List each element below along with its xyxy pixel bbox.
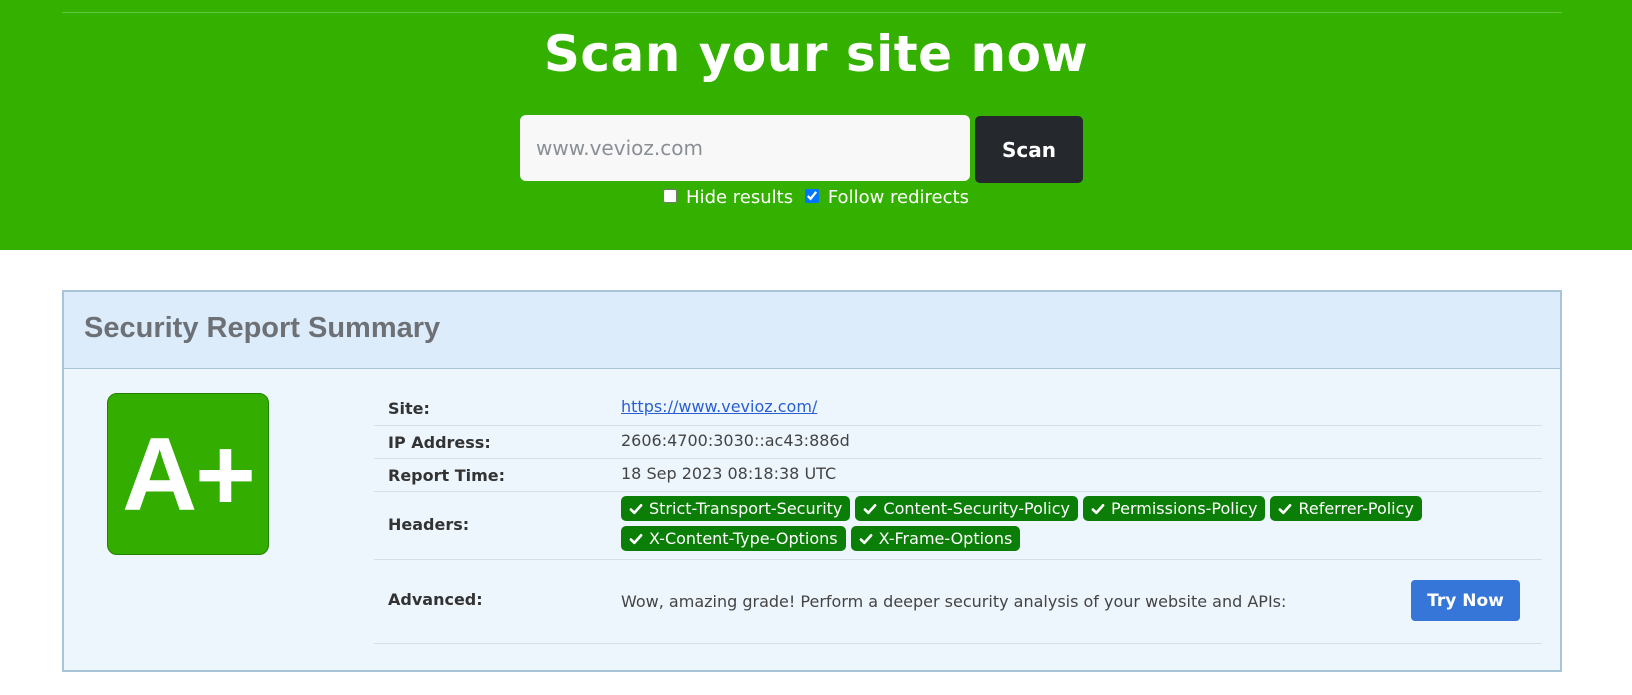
try-now-button[interactable]: Try Now (1411, 580, 1520, 621)
site-url-input[interactable] (520, 115, 970, 181)
ip-row: IP Address: 2606:4700:3030::ac43:886d (374, 425, 1542, 459)
report-header: Security Report Summary (64, 292, 1560, 369)
hide-results-label: Hide results (686, 187, 794, 208)
site-link[interactable]: https://www.vevioz.com/ (621, 397, 817, 416)
hide-results-option[interactable]: Hide results (663, 186, 793, 210)
header-badge: Permissions-Policy (1083, 496, 1266, 521)
report-title: Security Report Summary (84, 312, 441, 344)
header-badge-label: X-Frame-Options (878, 529, 1013, 548)
report-time-row: Report Time: 18 Sep 2023 08:18:38 UTC (374, 458, 1542, 492)
headers-row: Headers: Strict-Transport-Security Conte… (374, 491, 1542, 560)
follow-redirects-option[interactable]: Follow redirects (804, 186, 969, 210)
header-badge-label: Strict-Transport-Security (649, 499, 843, 518)
page-title: Scan your site now (543, 25, 1089, 83)
check-icon (629, 533, 643, 544)
scan-button[interactable]: Scan (975, 116, 1083, 183)
follow-redirects-checkbox[interactable] (804, 189, 819, 203)
report-time-label: Report Time: (388, 466, 506, 485)
scan-options: Hide results Follow redirects (0, 186, 1632, 210)
report-time-value: 18 Sep 2023 08:18:38 UTC (621, 464, 837, 483)
site-value: https://www.vevioz.com/ (621, 397, 817, 416)
scan-hero: Scan your site now Scan Hide results Fol… (0, 0, 1632, 250)
header-badge-label: Permissions-Policy (1111, 499, 1258, 518)
header-badge: Content-Security-Policy (855, 496, 1079, 521)
header-badge-label: Referrer-Policy (1298, 499, 1414, 518)
header-badge-label: X-Content-Type-Options (649, 529, 838, 548)
security-report-card: Security Report Summary A+ Site: https:/… (62, 290, 1562, 672)
follow-redirects-label: Follow redirects (827, 187, 969, 208)
advanced-row: Advanced: Wow, amazing grade! Perform a … (374, 559, 1542, 644)
header-badge-label: Content-Security-Policy (883, 499, 1071, 518)
check-icon (629, 503, 643, 514)
advanced-text: Wow, amazing grade! Perform a deeper sec… (621, 592, 1287, 611)
site-label: Site: (388, 399, 430, 418)
ip-value: 2606:4700:3030::ac43:886d (621, 431, 850, 450)
hero-divider (62, 12, 1562, 13)
grade-badge: A+ (107, 393, 269, 555)
check-icon (859, 533, 872, 544)
ip-label: IP Address: (388, 433, 491, 452)
headers-label: Headers: (388, 515, 470, 534)
header-badge: Referrer-Policy (1270, 496, 1422, 521)
check-icon (1091, 503, 1105, 514)
header-badges: Strict-Transport-Security Content-Securi… (621, 496, 1481, 551)
advanced-label: Advanced: (388, 590, 483, 609)
check-icon (864, 503, 877, 514)
header-badge: X-Frame-Options (850, 526, 1021, 551)
check-icon (1279, 503, 1292, 514)
site-row: Site: https://www.vevioz.com/ (374, 392, 1542, 426)
hide-results-checkbox[interactable] (663, 189, 678, 203)
header-badge: X-Content-Type-Options (621, 526, 846, 551)
header-badge: Strict-Transport-Security (621, 496, 851, 521)
